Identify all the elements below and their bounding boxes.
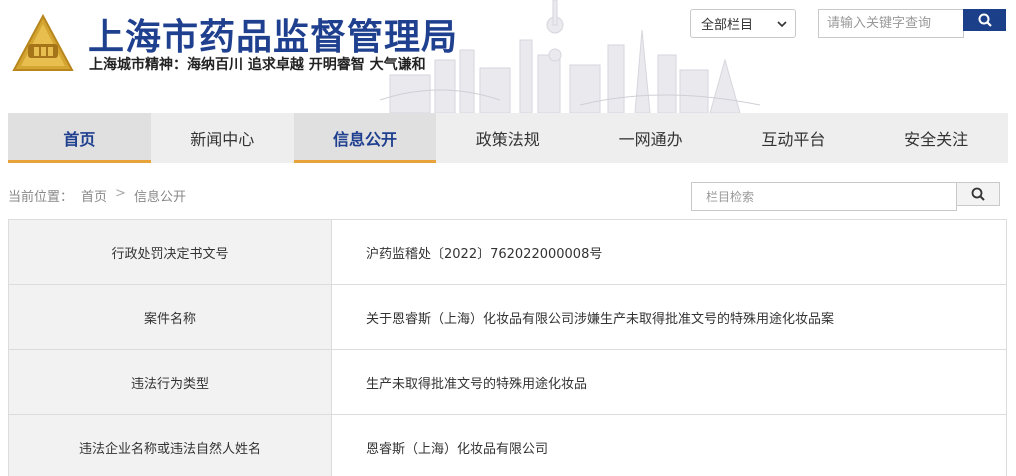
chevron-down-icon bbox=[777, 21, 787, 28]
row-label: 违法行为类型 bbox=[8, 349, 332, 415]
row-value: 恩睿斯（上海）化妆品有限公司 bbox=[331, 414, 1007, 476]
nav-item-policies[interactable]: 政策法规 bbox=[436, 113, 579, 163]
table-row: 违法行为类型 生产未取得批准文号的特殊用途化妆品 bbox=[8, 349, 1007, 415]
nav-item-label: 信息公开 bbox=[332, 130, 397, 149]
nav-item-label: 政策法规 bbox=[475, 130, 540, 149]
search-icon bbox=[971, 187, 985, 201]
table-row: 案件名称 关于恩睿斯（上海）化妆品有限公司涉嫌生产未取得批准文号的特殊用途化妆品… bbox=[8, 284, 1007, 350]
site-title: 上海市药品监督管理局 bbox=[88, 17, 459, 58]
scope-select-value: 全部栏目 bbox=[701, 18, 754, 33]
bureau-logo bbox=[12, 14, 74, 71]
breadcrumb-separator: > bbox=[115, 186, 126, 201]
nav-item-news[interactable]: 新闻中心 bbox=[151, 113, 294, 163]
nav-item-safety[interactable]: 安全关注 bbox=[865, 113, 1008, 163]
penalty-info-table: 行政处罚决定书文号 沪药监稽处〔2022〕762022000008号 案件名称 … bbox=[8, 219, 1007, 476]
table-row: 行政处罚决定书文号 沪药监稽处〔2022〕762022000008号 bbox=[8, 219, 1007, 285]
search-input[interactable] bbox=[818, 9, 964, 38]
column-search-input[interactable] bbox=[691, 182, 957, 211]
main-nav: 首页 新闻中心 信息公开 政策法规 一网通办 互动平台 安全关注 bbox=[8, 113, 1008, 163]
nav-item-label: 首页 bbox=[63, 130, 96, 149]
nav-item-home[interactable]: 首页 bbox=[8, 113, 151, 163]
nav-item-label: 一网通办 bbox=[618, 130, 683, 149]
row-label: 行政处罚决定书文号 bbox=[8, 219, 332, 285]
nav-item-label: 互动平台 bbox=[761, 130, 826, 149]
breadcrumb-current[interactable]: 信息公开 bbox=[134, 186, 186, 205]
breadcrumb-home[interactable]: 首页 bbox=[81, 186, 107, 205]
nav-item-label: 新闻中心 bbox=[190, 130, 255, 149]
scope-select[interactable]: 全部栏目 bbox=[690, 9, 796, 38]
table-row: 违法企业名称或违法自然人姓名 恩睿斯（上海）化妆品有限公司 bbox=[8, 414, 1007, 476]
nav-item-label: 安全关注 bbox=[904, 130, 969, 149]
row-label: 违法企业名称或违法自然人姓名 bbox=[8, 414, 332, 476]
row-value: 生产未取得批准文号的特殊用途化妆品 bbox=[331, 349, 1007, 415]
nav-item-online-services[interactable]: 一网通办 bbox=[579, 113, 722, 163]
search-icon bbox=[978, 13, 992, 27]
nav-item-interaction[interactable]: 互动平台 bbox=[722, 113, 865, 163]
column-search-button[interactable] bbox=[956, 182, 1000, 206]
search-button[interactable] bbox=[963, 9, 1006, 31]
row-label: 案件名称 bbox=[8, 284, 332, 350]
row-value: 关于恩睿斯（上海）化妆品有限公司涉嫌生产未取得批准文号的特殊用途化妆品案 bbox=[331, 284, 1007, 350]
row-value: 沪药监稽处〔2022〕762022000008号 bbox=[331, 219, 1007, 285]
breadcrumb: 当前位置： 首页 > 信息公开 bbox=[8, 186, 186, 205]
site-header: 上海市药品监督管理局 上海城市精神：海纳百川 追求卓越 开明睿智 大气谦和 全部… bbox=[0, 0, 1016, 113]
nav-item-info-disclosure[interactable]: 信息公开 bbox=[293, 113, 437, 163]
breadcrumb-prefix: 当前位置： bbox=[8, 190, 74, 205]
site-slogan: 上海城市精神：海纳百川 追求卓越 开明睿智 大气谦和 bbox=[89, 57, 426, 73]
